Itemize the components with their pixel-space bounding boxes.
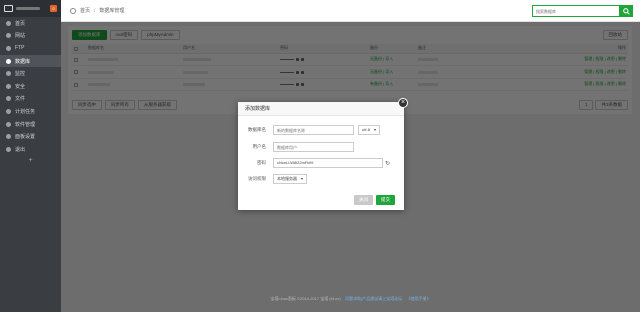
sidebar-item[interactable]: FTP xyxy=(0,42,61,55)
sidebar-item[interactable]: 网站 xyxy=(0,30,61,43)
sidebar-item-label: 网站 xyxy=(15,33,26,40)
password-row: 密码 cNcnLLW8l22mFkfH ↻ xyxy=(238,158,404,168)
breadcrumb-home[interactable]: 首页 xyxy=(80,7,90,14)
sidebar-item[interactable]: 文件 xyxy=(0,93,61,106)
sidebar-item-label: 退出 xyxy=(15,146,26,153)
access-row: 访问权限 本地服务器 ▾ xyxy=(238,174,404,184)
sidebar-item-label: 首页 xyxy=(15,20,26,27)
forum-link[interactable]: 问题求助|产品建议请上宝塔论坛 xyxy=(345,296,402,301)
access-label: 访问权限 xyxy=(248,176,266,181)
password-label: 密码 xyxy=(257,160,266,165)
refresh-icon[interactable]: ↻ xyxy=(385,160,390,167)
database-icon xyxy=(6,58,11,64)
sidebar-item-label: 文件 xyxy=(15,96,26,103)
ftp-icon xyxy=(6,45,11,51)
breadcrumb-separator: / xyxy=(94,7,96,14)
password-input[interactable]: cNcnLLW8l22mFkfH xyxy=(273,158,383,168)
username-input[interactable] xyxy=(273,142,354,152)
search-icon xyxy=(623,7,630,15)
sidebar-item-label: 面板设置 xyxy=(15,134,36,141)
sidebar-item[interactable]: 退出 xyxy=(0,143,61,156)
access-select[interactable]: 本地服务器 ▾ xyxy=(273,174,308,184)
access-value: 本地服务器 xyxy=(277,176,297,181)
dbname-row: 数据库名 utf-8 ▾ xyxy=(238,125,404,135)
search-box xyxy=(532,5,633,17)
sidebar-item[interactable]: 计划任务 xyxy=(0,105,61,118)
logout-icon xyxy=(6,146,11,152)
username-row: 用户名 xyxy=(238,142,404,152)
sidebar-item-label: 计划任务 xyxy=(15,108,36,115)
copyright-text: 宝塔Linux面板 ©2014-2017 宝塔 (bt.cn) xyxy=(270,296,341,301)
sidebar-item-label: FTP xyxy=(15,45,25,52)
folder-icon xyxy=(6,96,11,102)
charset-value: utf-8 xyxy=(362,127,371,132)
submit-button[interactable]: 提交 xyxy=(376,195,395,205)
dbname-label: 数据库名 xyxy=(248,127,266,132)
sidebar-item-label: 安全 xyxy=(15,83,26,90)
search-button[interactable] xyxy=(620,5,633,17)
top-bar: 首页 / 数据库管理 xyxy=(61,0,640,22)
manual-link[interactable]: 《使用手册》 xyxy=(407,296,431,301)
sidebar-item[interactable]: 首页 xyxy=(0,17,61,30)
cancel-button[interactable]: 关闭 xyxy=(354,195,373,205)
shield-icon xyxy=(6,83,11,89)
globe-icon xyxy=(6,33,11,39)
monitor-icon xyxy=(6,71,11,77)
dbname-input[interactable] xyxy=(273,125,354,135)
sidebar-item-label: 监控 xyxy=(15,71,26,78)
chevron-down-icon: ▾ xyxy=(301,176,304,181)
footer: 宝塔Linux面板 ©2014-2017 宝塔 (bt.cn) 问题求助|产品建… xyxy=(61,296,640,302)
home-icon[interactable] xyxy=(70,7,76,14)
chevron-down-icon: ▾ xyxy=(374,127,377,132)
sidebar-item[interactable]: 软件管理 xyxy=(0,118,61,131)
sidebar-header: 0 xyxy=(0,0,61,17)
gear-icon xyxy=(6,134,11,140)
sidebar-item-label: 数据库 xyxy=(15,58,31,65)
notification-badge[interactable]: 0 xyxy=(50,5,57,12)
sidebar-item[interactable]: 面板设置 xyxy=(0,130,61,143)
search-input[interactable] xyxy=(532,5,620,17)
add-database-dialog: 添加数据库 × 数据库名 utf-8 ▾ 用户名 密码 cNcnLLW8l22m… xyxy=(238,98,408,210)
add-menu-icon[interactable]: + xyxy=(0,157,61,164)
close-icon[interactable]: × xyxy=(398,98,408,108)
sidebar-item[interactable]: 安全 xyxy=(0,80,61,93)
sidebar-item-label: 软件管理 xyxy=(15,121,36,128)
sidebar-menu: 首页网站 FTP 数据库监控安全文件计划任务软件管理面板设置退出 xyxy=(0,17,61,156)
sidebar: 0 首页网站 FTP 数据库监控安全文件计划任务软件管理面板设置退出 + xyxy=(0,0,61,312)
sidebar-item[interactable]: 数据库 xyxy=(0,54,61,68)
username-label: 用户名 xyxy=(252,144,267,149)
apps-icon xyxy=(6,121,11,127)
hostname-placeholder xyxy=(16,7,40,10)
dialog-buttons: 关闭 提交 xyxy=(354,195,395,205)
breadcrumb-current: 数据库管理 xyxy=(99,8,125,14)
dialog-title: 添加数据库 xyxy=(238,102,404,116)
clock-icon xyxy=(6,108,11,114)
home-icon xyxy=(6,20,11,26)
server-icon xyxy=(4,5,13,12)
charset-select[interactable]: utf-8 ▾ xyxy=(358,125,381,135)
sidebar-item[interactable]: 监控 xyxy=(0,67,61,80)
